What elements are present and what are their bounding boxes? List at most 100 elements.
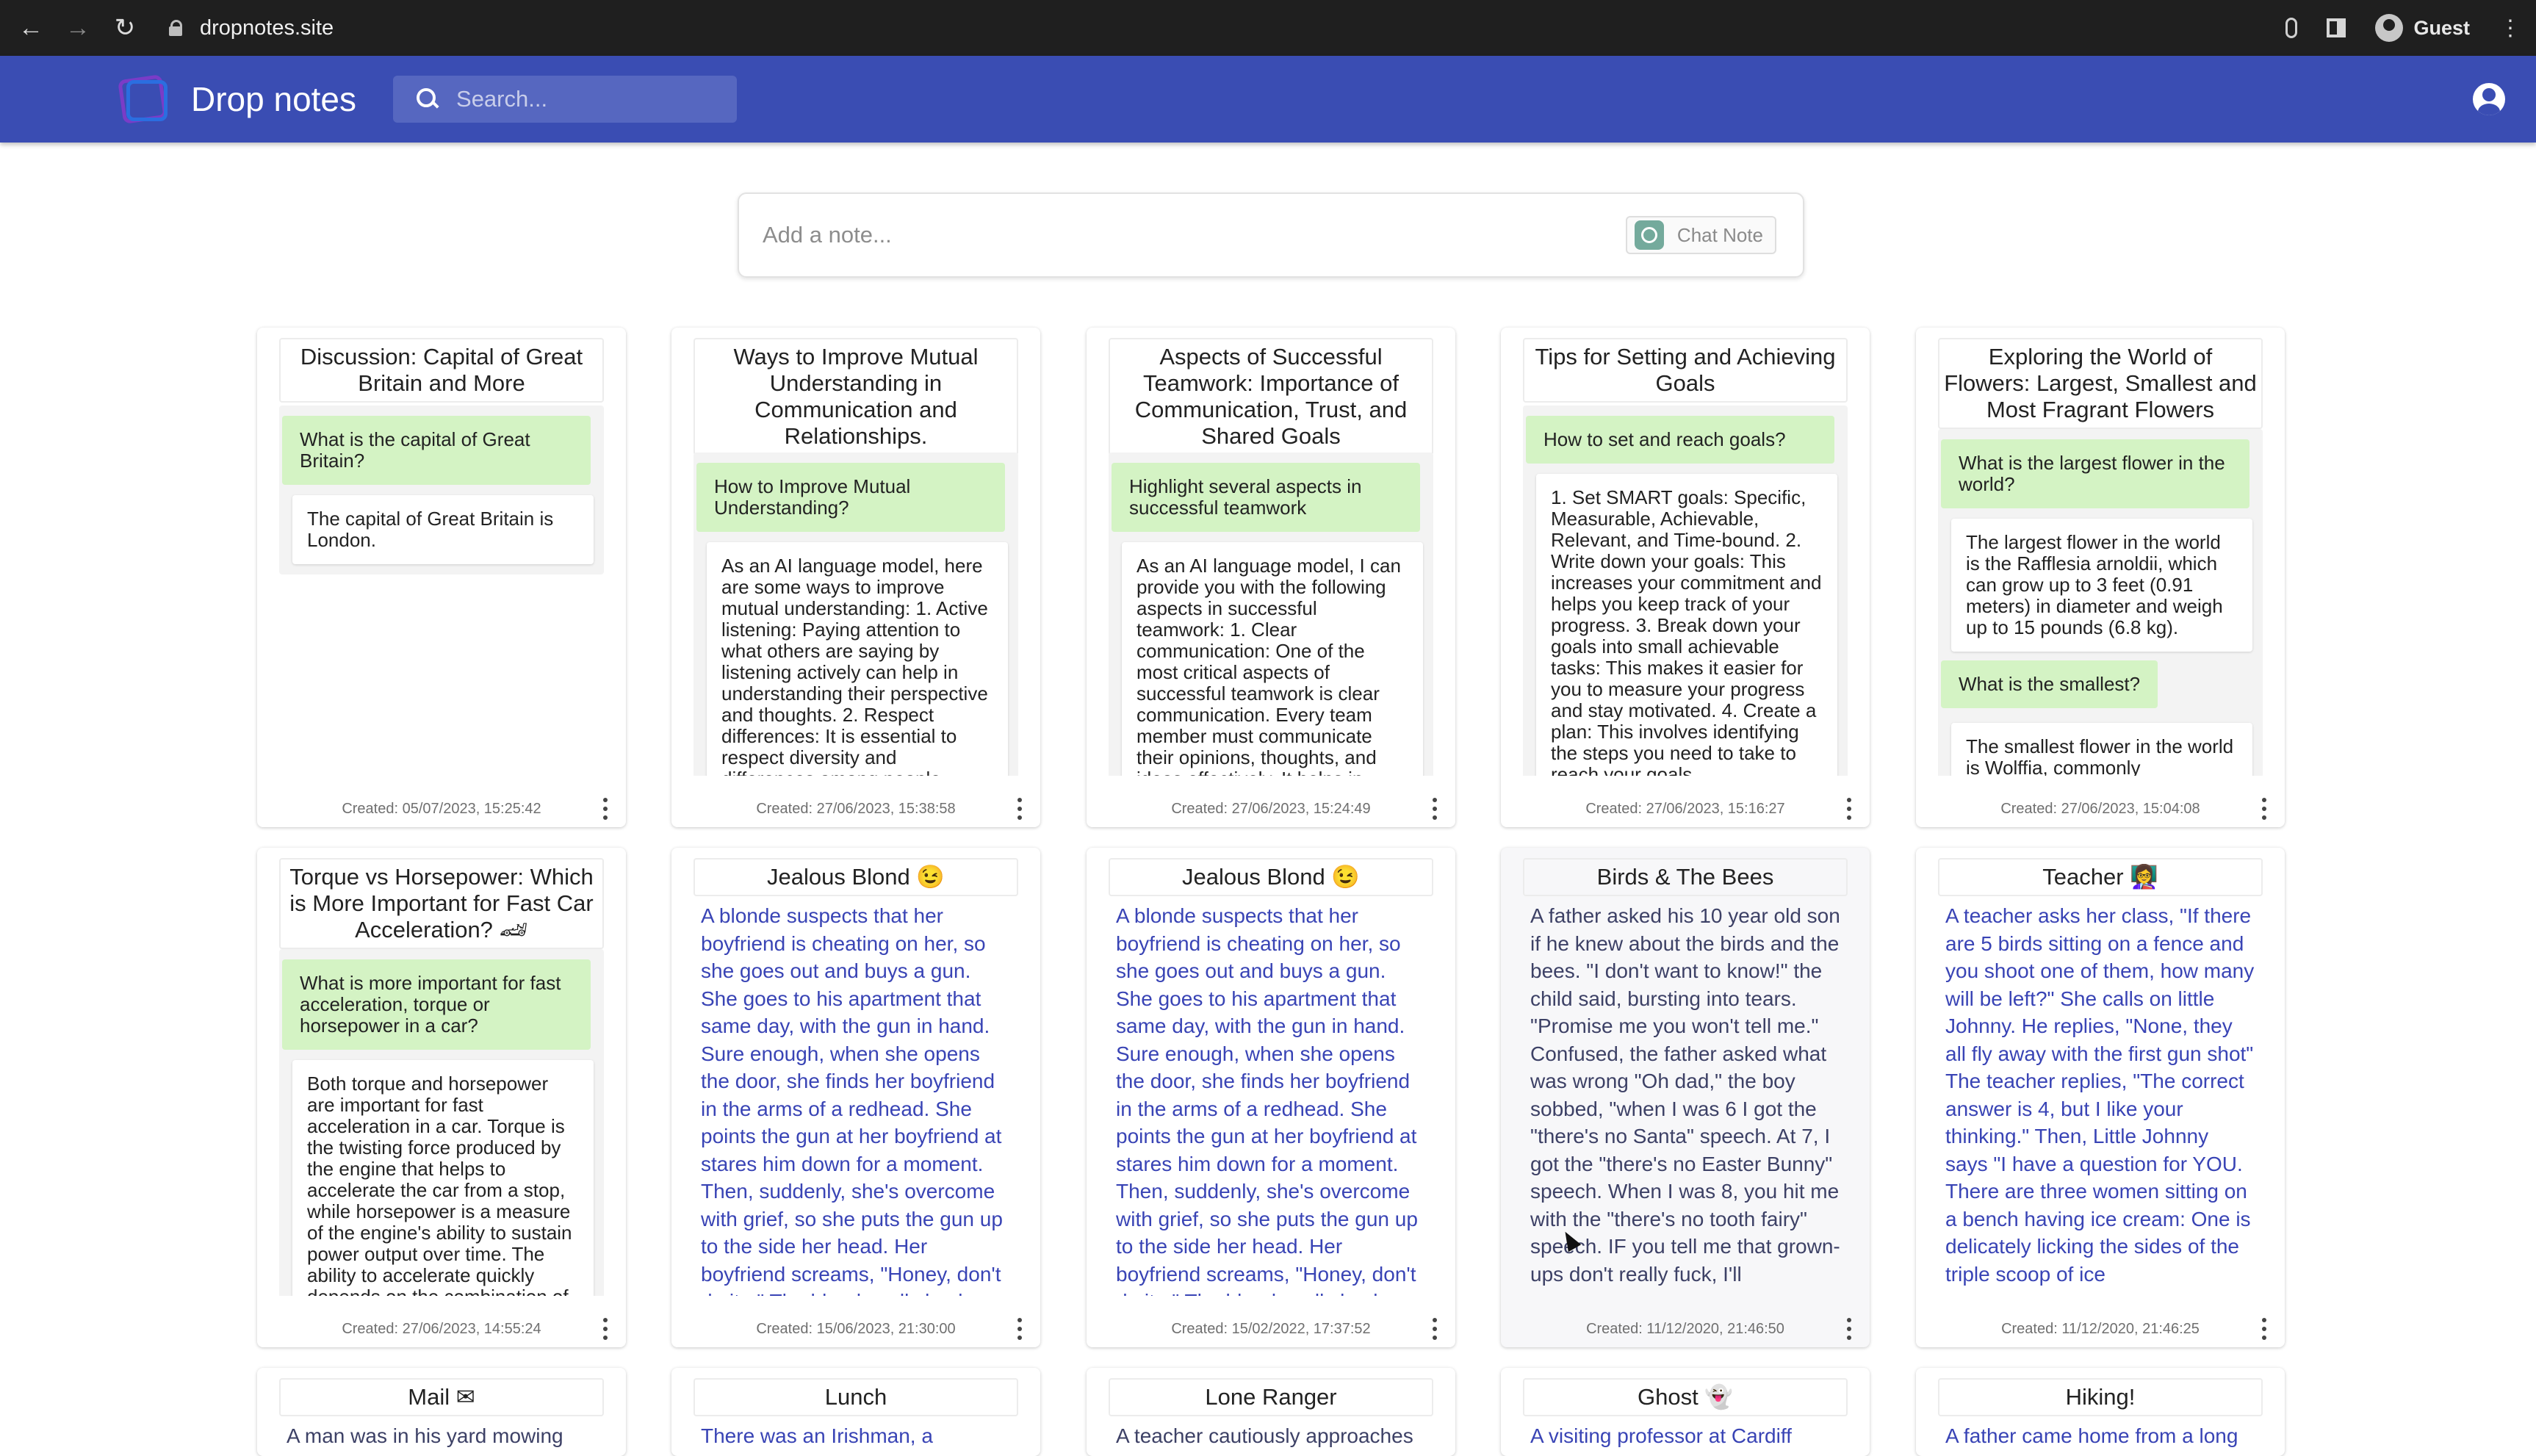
lock-icon [169,20,182,36]
note-card[interactable]: Jealous Blond 😉 A blonde suspects that h… [1087,848,1455,1347]
note-title: Tips for Setting and Achieving Goals [1523,338,1848,403]
question-bubble: Highlight several aspects in successful … [1112,463,1420,532]
note-text: There was an Irishman, a [701,1424,933,1447]
browser-menu-icon[interactable]: ⋮ [2499,15,2521,41]
note-title: Teacher 👩‍🏫 [1938,858,2263,896]
note-card[interactable]: Torque vs Horsepower: Which is More Impo… [257,848,626,1347]
note-card[interactable]: Tips for Setting and Achieving Goals How… [1501,328,1870,827]
question-bubble: What is the largest flower in the world? [1941,439,2249,508]
created-timestamp: Created: 15/02/2022, 17:37:52 [1171,1320,1371,1337]
created-timestamp: Created: 11/12/2020, 21:46:25 [2001,1320,2200,1337]
more-options-icon[interactable] [1015,798,1024,820]
more-options-icon[interactable] [2260,798,2269,820]
url-text[interactable]: dropnotes.site [200,16,334,40]
note-title: Lunch [694,1378,1018,1416]
note-text: A visiting professor at Cardiff [1530,1424,1792,1447]
note-title: Torque vs Horsepower: Which is More Impo… [279,858,604,949]
answer-bubble: As an AI language model, I can provide y… [1122,542,1423,776]
chat-thread: What is more important for fast accelera… [279,949,604,1296]
forward-icon[interactable]: → [54,4,101,51]
account-icon[interactable] [2473,83,2505,115]
note-text: A blonde suspects that her boyfriend is … [701,904,1003,1296]
chat-thread: How to Improve Mutual Understanding? As … [694,453,1018,776]
chat-note-label: Chat Note [1676,223,1763,246]
note-text: A teacher asks her class, "If there are … [1945,904,2255,1286]
app-logo [118,73,170,126]
reload-icon[interactable]: ↻ [101,4,148,51]
note-card[interactable]: Ghost 👻 A visiting professor at Cardiff [1501,1368,1870,1456]
chat-note-button[interactable]: Chat Note [1625,216,1776,254]
created-timestamp: Created: 27/06/2023, 15:38:58 [756,800,956,817]
more-options-icon[interactable] [2260,1318,2269,1340]
answer-bubble: The capital of Great Britain is London. [292,495,594,564]
note-card[interactable]: Exploring the World of Flowers: Largest,… [1916,328,2285,827]
back-icon[interactable]: ← [7,4,54,51]
app-title: Drop notes [191,80,357,118]
note-title: Ghost 👻 [1523,1378,1848,1416]
chatgpt-icon [1634,220,1664,250]
created-timestamp: Created: 15/06/2023, 21:30:00 [756,1320,956,1337]
more-options-icon[interactable] [1430,798,1439,820]
note-card[interactable]: Ways to Improve Mutual Understanding in … [671,328,1040,827]
question-bubble: How to Improve Mutual Understanding? [696,463,1005,532]
side-panel-icon[interactable] [2327,18,2346,37]
profile-label: Guest [2413,16,2470,39]
browser-toolbar: ← → ↻ dropnotes.site Guest ⋮ [0,0,2536,56]
note-title: Hiking! [1938,1378,2263,1416]
more-options-icon[interactable] [1015,1318,1024,1340]
profile-avatar-icon [2375,14,2404,42]
search-icon [417,88,439,110]
question-bubble: How to set and reach goals? [1526,416,1834,464]
note-card[interactable]: Discussion: Capital of Great Britain and… [257,328,626,827]
search-input[interactable] [456,86,721,112]
add-note-input[interactable] [763,222,1626,248]
chat-thread: Highlight several aspects in successful … [1109,453,1433,776]
note-title: Discussion: Capital of Great Britain and… [279,338,604,403]
answer-bubble: The largest flower in the world is the R… [1951,519,2252,652]
chat-thread: What is the capital of Great Britain? Th… [279,406,604,574]
chat-thread: What is the largest flower in the world?… [1938,429,2263,776]
note-card[interactable]: Jealous Blond 😉 A blonde suspects that h… [671,848,1040,1347]
more-options-icon[interactable] [1430,1318,1439,1340]
note-title: Jealous Blond 😉 [694,858,1018,896]
note-text: A teacher cautiously approaches [1116,1424,1413,1447]
created-timestamp: Created: 27/06/2023, 15:24:49 [1171,800,1371,817]
note-title: Aspects of Successful Teamwork: Importan… [1109,338,1433,455]
answer-bubble: Both torque and horsepower are important… [292,1060,594,1296]
question-bubble: What is the smallest? [1941,660,2158,708]
note-text: A blonde suspects that her boyfriend is … [1116,904,1418,1296]
note-title: Lone Ranger [1109,1378,1433,1416]
question-bubble: What is more important for fast accelera… [282,959,591,1050]
chat-thread: How to set and reach goals? 1. Set SMART… [1523,406,1848,776]
more-options-icon[interactable] [1845,1318,1854,1340]
answer-bubble: 1. Set SMART goals: Specific, Measurable… [1536,474,1837,776]
app-header: Drop notes [0,56,2536,143]
created-timestamp: Created: 27/06/2023, 14:55:24 [342,1320,541,1337]
note-text: A man was in his yard mowing [287,1424,563,1447]
note-title: Exploring the World of Flowers: Largest,… [1938,338,2263,429]
note-text: A father came home from a long [1945,1424,2238,1447]
note-title: Ways to Improve Mutual Understanding in … [694,338,1018,455]
note-card[interactable]: Hiking! A father came home from a long [1916,1368,2285,1456]
note-card[interactable]: Birds & The Bees A father asked his 10 y… [1501,848,1870,1347]
note-card[interactable]: Teacher 👩‍🏫 A teacher asks her class, "I… [1916,848,2285,1347]
profile-button[interactable]: Guest [2375,14,2470,42]
question-bubble: What is the capital of Great Britain? [282,416,591,485]
more-options-icon[interactable] [1845,798,1854,820]
note-title: Jealous Blond 😉 [1109,858,1433,896]
note-card[interactable]: Lunch There was an Irishman, a [671,1368,1040,1456]
more-options-icon[interactable] [601,798,610,820]
microphone-icon[interactable] [2285,18,2298,38]
search-box[interactable] [393,76,738,123]
address-bar[interactable]: dropnotes.site [169,16,334,40]
note-card[interactable]: Mail ✉ A man was in his yard mowing [257,1368,626,1456]
answer-bubble: As an AI language model, here are some w… [707,542,1008,776]
note-card[interactable]: Lone Ranger A teacher cautiously approac… [1087,1368,1455,1456]
note-card[interactable]: Aspects of Successful Teamwork: Importan… [1087,328,1455,827]
created-timestamp: Created: 11/12/2020, 21:46:50 [1586,1320,1784,1337]
created-timestamp: Created: 27/06/2023, 15:04:08 [2000,800,2200,817]
answer-bubble: The smallest flower in the world is Wolf… [1951,723,2252,776]
more-options-icon[interactable] [601,1318,610,1340]
created-timestamp: Created: 27/06/2023, 15:16:27 [1585,800,1785,817]
created-timestamp: Created: 05/07/2023, 15:25:42 [342,800,541,817]
